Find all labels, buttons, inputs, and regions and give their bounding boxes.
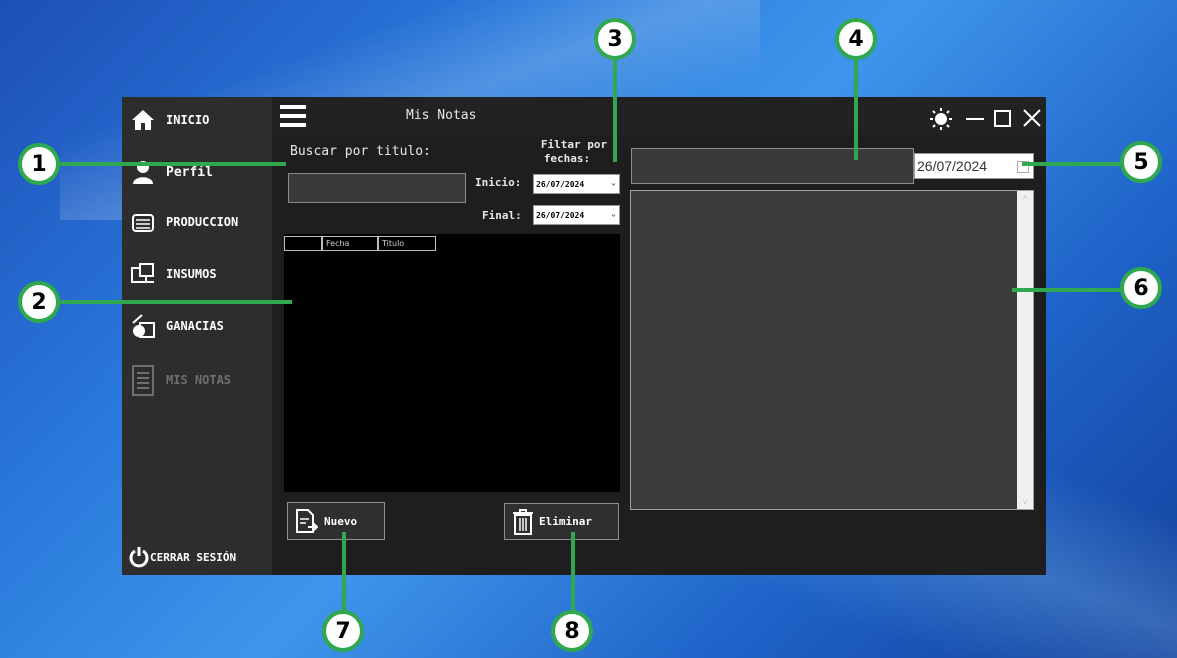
sidebar-item-label: PRODUCCION	[166, 215, 239, 229]
end-date-picker[interactable]: 26/07/2024 ⌄	[533, 205, 620, 225]
new-document-icon	[294, 508, 318, 534]
start-date-label: Inicio:	[475, 176, 522, 189]
home-icon	[128, 105, 158, 135]
note-date-picker[interactable]: 26/07/2024	[914, 153, 1034, 179]
maximize-icon[interactable]	[994, 110, 1011, 127]
scroll-up-icon[interactable]: ˄	[1017, 193, 1033, 202]
callout-3-line	[613, 60, 617, 162]
sidebar-item-ganancias[interactable]: GANACIAS	[122, 306, 272, 346]
logout-button[interactable]: CERRAR SESIÓN	[122, 542, 272, 572]
theme-toggle-sun-icon[interactable]	[930, 108, 952, 130]
sidebar-item-label: Perfil	[166, 164, 213, 180]
sidebar-item-perfil[interactable]: Perfil	[122, 152, 272, 192]
column-header[interactable]: Fecha	[322, 236, 378, 251]
hamburger-menu-icon[interactable]	[280, 105, 306, 127]
close-icon[interactable]	[1022, 108, 1042, 128]
callout-2-line	[60, 300, 292, 304]
filter-label: Filtar por fechas:	[512, 138, 622, 166]
sidebar-item-label: GANACIAS	[166, 319, 224, 333]
callout-7-line	[342, 532, 346, 612]
note-date-value: 26/07/2024	[917, 158, 988, 174]
callout-2: 2	[18, 281, 60, 323]
sidebar-item-label: INSUMOS	[166, 267, 217, 281]
delete-note-button[interactable]: Eliminar	[504, 503, 619, 540]
new-note-label: Nuevo	[324, 514, 358, 528]
logout-label: CERRAR SESIÓN	[150, 550, 237, 564]
filter-label-line2: fechas:	[543, 152, 591, 165]
search-input[interactable]	[288, 173, 466, 203]
note-title-input[interactable]	[631, 148, 914, 184]
callout-4-line	[854, 60, 858, 160]
production-icon	[128, 207, 158, 237]
callout-1-line	[60, 162, 286, 166]
callout-6-line	[1012, 288, 1122, 292]
notes-table[interactable]: Fecha Titulo	[284, 234, 620, 492]
note-body-textarea[interactable]: ˄ ˅	[630, 190, 1034, 510]
table-header: Fecha Titulo	[284, 236, 436, 251]
start-date-picker[interactable]: 26/07/2024 ⌄	[533, 174, 620, 194]
sidebar-item-label: INICIO	[166, 113, 210, 127]
power-icon	[128, 542, 150, 572]
sidebar-item-insumos[interactable]: INSUMOS	[122, 254, 272, 294]
callout-6: 6	[1120, 267, 1162, 309]
scrollbar[interactable]: ˄ ˅	[1017, 191, 1033, 509]
filter-label-line1: Filtar por	[540, 138, 608, 151]
window-title: Mis Notas	[406, 108, 477, 123]
supplies-icon	[128, 259, 158, 289]
callout-8-line	[571, 532, 575, 612]
callout-5: 5	[1120, 141, 1162, 183]
callout-7: 7	[322, 610, 364, 652]
sidebar-item-produccion[interactable]: PRODUCCION	[122, 202, 272, 242]
callout-3: 3	[594, 18, 636, 60]
sidebar-item-inicio[interactable]: INICIO	[122, 100, 272, 140]
end-date-value: 26/07/2024	[536, 210, 585, 220]
callout-8: 8	[551, 610, 593, 652]
sidebar-item-label: MIS NOTAS	[166, 373, 232, 387]
money-icon	[128, 311, 158, 341]
chevron-down-icon: ⌄	[611, 178, 616, 187]
scroll-down-icon[interactable]: ˅	[1017, 498, 1033, 507]
end-date-label: Final:	[482, 209, 522, 222]
callout-1: 1	[18, 143, 60, 185]
start-date-value: 26/07/2024	[536, 179, 585, 189]
column-header[interactable]	[284, 236, 322, 251]
delete-note-label: Eliminar	[539, 515, 592, 528]
sidebar-item-mis-notas[interactable]: MIS NOTAS	[122, 358, 272, 402]
notes-icon	[128, 365, 158, 396]
chevron-down-icon: ⌄	[611, 209, 616, 218]
callout-4: 4	[835, 18, 877, 60]
search-label: Buscar por titulo:	[290, 144, 431, 159]
column-header[interactable]: Titulo	[378, 236, 436, 251]
new-note-button[interactable]: Nuevo	[287, 502, 385, 540]
callout-5-line	[1022, 162, 1122, 166]
minimize-icon[interactable]	[966, 118, 984, 120]
trash-icon	[511, 508, 535, 536]
